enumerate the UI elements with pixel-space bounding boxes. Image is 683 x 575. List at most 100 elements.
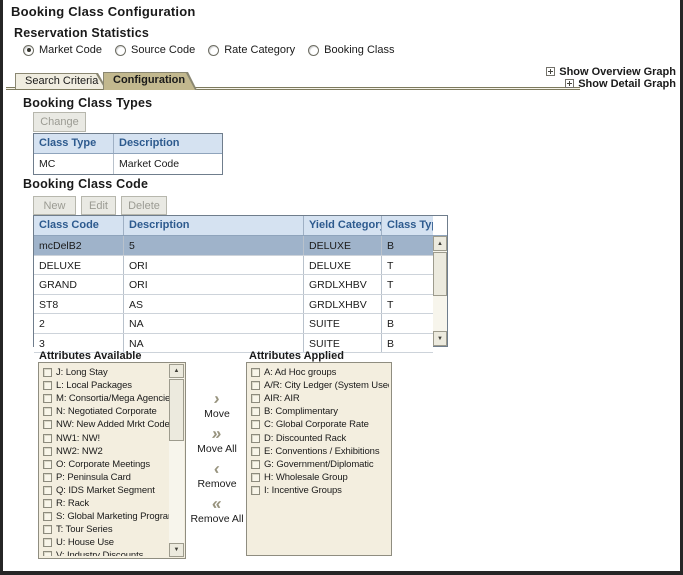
radio-button-icon[interactable] (208, 45, 219, 56)
list-item-v-industry-discounts[interactable]: V: Industry Discounts (41, 549, 169, 556)
column-header-class-type: Class Type (34, 134, 113, 153)
list-item-air-air[interactable]: AIR: AIR (249, 392, 389, 405)
checkbox-icon[interactable] (251, 407, 260, 416)
new-button[interactable]: New (33, 196, 76, 215)
scroll-up-arrow-icon[interactable]: ▲ (433, 236, 447, 251)
list-item-m-consortia-mega-agencies[interactable]: M: Consortia/Mega Agencies (41, 392, 169, 405)
scroll-down-arrow-icon[interactable]: ▼ (433, 331, 447, 346)
checkbox-icon[interactable] (43, 407, 52, 416)
checkbox-icon[interactable] (251, 394, 260, 403)
scrollbar-track[interactable] (433, 296, 447, 331)
checkbox-icon[interactable] (43, 434, 52, 443)
list-item-b-complimentary[interactable]: B: Complimentary (249, 405, 389, 418)
column-header-class-type: Class Type (381, 216, 433, 235)
checkbox-icon[interactable] (43, 394, 52, 403)
booking-class-types-heading: Booking Class Types (23, 96, 152, 110)
list-item-t-tour-series[interactable]: T: Tour Series (41, 523, 169, 536)
checkbox-icon[interactable] (251, 447, 260, 456)
list-item-d-discounted-rack[interactable]: D: Discounted Rack (249, 431, 389, 444)
checkbox-icon[interactable] (43, 460, 52, 469)
list-item-n-negotiated-corporate[interactable]: N: Negotiated Corporate (41, 405, 169, 418)
table-row[interactable]: MCMarket Code (34, 154, 222, 174)
list-item-label: AIR: AIR (264, 393, 300, 404)
list-item-i-incentive-groups[interactable]: I: Incentive Groups (249, 484, 389, 497)
checkbox-icon[interactable] (251, 420, 260, 429)
checkbox-icon[interactable] (43, 551, 52, 556)
checkbox-icon[interactable] (43, 486, 52, 495)
delete-button[interactable]: Delete (121, 196, 167, 215)
checkbox-icon[interactable] (251, 460, 260, 469)
checkbox-icon[interactable] (43, 525, 52, 534)
checkbox-icon[interactable] (251, 434, 260, 443)
remove-button[interactable]: ‹Remove (197, 462, 236, 490)
radio-button-icon[interactable] (115, 45, 126, 56)
radio-label: Booking Class (324, 44, 394, 56)
checkbox-icon[interactable] (251, 368, 260, 377)
list-item-g-government-diplomatic[interactable]: G: Government/Diplomatic (249, 458, 389, 471)
radio-option-booking-class[interactable]: Booking Class (308, 44, 394, 56)
change-button[interactable]: Change (33, 112, 86, 132)
show-detail-graph-link[interactable]: Show Detail Graph (565, 78, 676, 89)
table-row[interactable]: DELUXEORIDELUXET (34, 256, 433, 276)
expand-plus-icon[interactable] (546, 67, 555, 76)
statistics-type-radio-group: Market Code Source Code Rate Category Booki… (23, 44, 394, 56)
checkbox-icon[interactable] (43, 368, 52, 377)
expand-plus-icon[interactable] (565, 79, 574, 88)
tab-search-criteria[interactable]: Search Criteria (15, 73, 107, 89)
list-item-a-r-city-ledger-system-used[interactable]: A/R: City Ledger (System Used) (249, 379, 389, 392)
move-button[interactable]: ›Move (204, 392, 230, 420)
checkbox-icon[interactable] (43, 538, 52, 547)
list-item-a-ad-hoc-groups[interactable]: A: Ad Hoc groups (249, 366, 389, 379)
table-row[interactable]: ST8ASGRDLXHBVT (34, 295, 433, 315)
list-item-label: L: Local Packages (56, 380, 132, 391)
column-header-description: Description (113, 134, 222, 153)
checkbox-icon[interactable] (43, 420, 52, 429)
radio-option-source-code[interactable]: Source Code (115, 44, 195, 56)
scrollbar-thumb[interactable] (169, 379, 184, 441)
checkbox-icon[interactable] (251, 381, 260, 390)
scroll-up-arrow-icon[interactable]: ▲ (169, 364, 184, 378)
list-item-j-long-stay[interactable]: J: Long Stay (41, 366, 169, 379)
scroll-down-arrow-icon[interactable]: ▼ (169, 543, 184, 557)
checkbox-icon[interactable] (43, 381, 52, 390)
edit-button[interactable]: Edit (81, 196, 116, 215)
list-item-u-house-use[interactable]: U: House Use (41, 536, 169, 549)
radio-option-market-code[interactable]: Market Code (23, 44, 102, 56)
table-cell: AS (123, 295, 303, 314)
radio-button-icon[interactable] (23, 45, 34, 56)
scrollbar-track[interactable] (169, 441, 184, 543)
attributes-applied-label: Attributes Applied (249, 350, 344, 362)
checkbox-icon[interactable] (43, 512, 52, 521)
tab-configuration[interactable]: Configuration (103, 72, 197, 90)
attributes-available-scrollbar[interactable]: ▲▼ (169, 364, 184, 557)
list-item-l-local-packages[interactable]: L: Local Packages (41, 379, 169, 392)
table-row[interactable]: mcDelB25DELUXEB (34, 236, 433, 256)
checkbox-icon[interactable] (43, 473, 52, 482)
list-item-nw-new-added-mrkt-code[interactable]: NW: New Added Mrkt Code (41, 418, 169, 431)
move-all-button[interactable]: »Move All (197, 427, 237, 455)
list-item-q-ids-market-segment[interactable]: Q: IDS Market Segment (41, 484, 169, 497)
list-item-h-wholesale-group[interactable]: H: Wholesale Group (249, 471, 389, 484)
radio-button-icon[interactable] (308, 45, 319, 56)
table-row[interactable]: 2NASUITEB (34, 314, 433, 334)
list-item-e-conventions-exhibitions[interactable]: E: Conventions / Exhibitions (249, 445, 389, 458)
remove-all-button[interactable]: «Remove All (190, 497, 243, 525)
list-item-r-rack[interactable]: R: Rack (41, 497, 169, 510)
checkbox-icon[interactable] (43, 499, 52, 508)
list-item-c-global-corporate-rate[interactable]: C: Global Corporate Rate (249, 418, 389, 431)
show-overview-graph-link[interactable]: Show Overview Graph (546, 66, 676, 77)
list-item-nw1-nw[interactable]: NW1: NW! (41, 431, 169, 444)
radio-option-rate-category[interactable]: Rate Category (208, 44, 295, 56)
table-row[interactable]: GRANDORIGRDLXHBVT (34, 275, 433, 295)
booking-class-code-scrollbar[interactable]: ▲▼ (433, 236, 447, 346)
list-item-p-peninsula-card[interactable]: P: Peninsula Card (41, 471, 169, 484)
list-item-nw2-nw2[interactable]: NW2: NW2 (41, 445, 169, 458)
checkbox-icon[interactable] (251, 473, 260, 482)
list-item-o-corporate-meetings[interactable]: O: Corporate Meetings (41, 458, 169, 471)
checkbox-icon[interactable] (43, 447, 52, 456)
remove-chevron-icon: ‹ (213, 462, 220, 475)
list-item-s-global-marketing-programme[interactable]: S: Global Marketing Programme (41, 510, 169, 523)
move-all-chevron-icon: » (211, 427, 222, 440)
checkbox-icon[interactable] (251, 486, 260, 495)
scrollbar-thumb[interactable] (433, 252, 447, 296)
